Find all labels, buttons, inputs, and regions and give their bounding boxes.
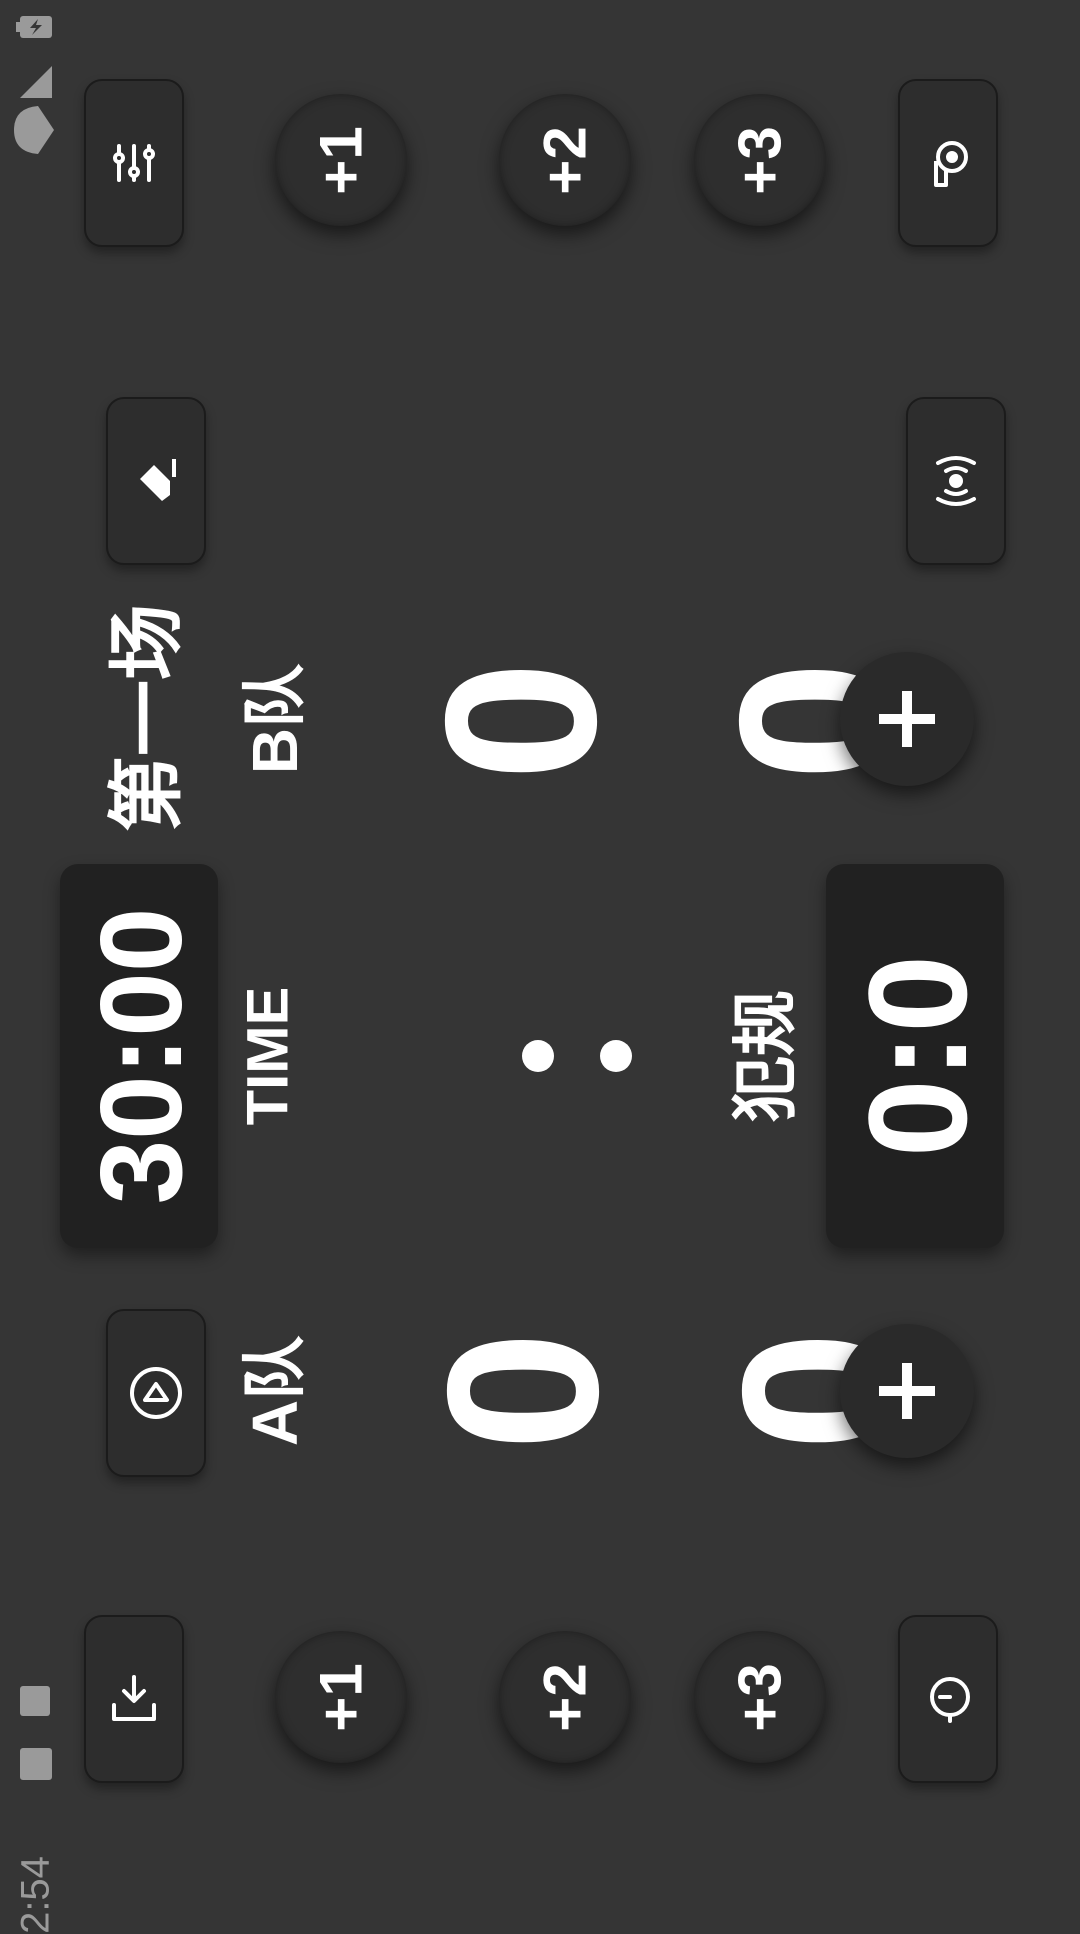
play-button[interactable] [106,1309,206,1477]
settings-button[interactable] [84,79,184,247]
plus-icon [879,691,935,747]
a-notification-icon [20,1686,50,1716]
eraser-icon [140,459,176,501]
exit-button[interactable] [84,1615,184,1783]
team-a-plus2-button[interactable]: +2 [499,1631,631,1763]
team-a-score: 0 [402,1331,643,1451]
team-a-add-button[interactable] [840,1324,974,1458]
timer-value: 30:00 [76,907,206,1205]
team-b-plus3-button[interactable]: +3 [694,94,826,226]
sliders-icon [113,144,155,182]
team-a-plus1-button[interactable]: +1 [275,1631,407,1763]
team-a-label: A队 [239,1335,311,1447]
fouls-label: 犯规 [728,990,802,1122]
team-b-plus1-button[interactable]: +1 [275,94,407,226]
score-separator-dot [600,1040,632,1072]
play-circle-icon [130,1367,182,1419]
status-time: 2:54 [13,1856,58,1934]
timer-label: TIME [235,986,301,1126]
stopwatch-button[interactable] [898,1615,998,1783]
battery-charging-icon [16,16,52,38]
team-b-score: 0 [400,661,641,781]
wifi-icon [14,106,54,154]
erase-button[interactable] [106,397,206,565]
match-title: 第一场 [105,604,190,832]
plus-icon [879,1363,935,1419]
team-b-label: B队 [239,663,311,775]
stopwatch-icon [930,1677,970,1723]
team-b-plus2-button[interactable]: +2 [499,94,631,226]
signal-icon [20,66,52,98]
team-b-add-button[interactable] [840,652,974,786]
whistle-icon [934,141,968,187]
score-separator-dot [522,1040,554,1072]
sound-waves-icon [936,456,976,506]
fouls-value: 0:0 [839,954,996,1158]
image-notification-icon [20,1748,52,1780]
exit-icon [112,1675,156,1721]
team-a-plus3-button[interactable]: +3 [694,1631,826,1763]
sound-button[interactable] [906,397,1006,565]
whistle-button[interactable] [898,79,998,247]
